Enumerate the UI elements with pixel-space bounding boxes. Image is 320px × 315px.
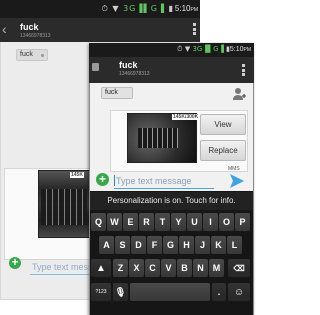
front-action-bar: fuck 13466978313 — [89, 57, 254, 83]
key-d[interactable]: D — [131, 236, 146, 254]
attachment-size: 145K/300K — [172, 114, 200, 120]
add-person-icon[interactable] — [232, 87, 246, 101]
send-icon[interactable] — [230, 174, 244, 188]
recipient-chip[interactable]: fuck — [101, 87, 133, 99]
status-time: 5:10PM — [229, 46, 251, 53]
key-p[interactable]: P — [235, 213, 250, 231]
key-u[interactable]: U — [187, 213, 202, 231]
mms-label: MMS — [228, 166, 240, 172]
key-f[interactable]: F — [147, 236, 162, 254]
back-status-bar: ⏱ ▼ 3G▐▌G▐ ▮ 5:10PM — [0, 0, 200, 18]
key-i[interactable]: I — [203, 213, 218, 231]
back-action-bar: ‹ fuck 13466978313 — [0, 18, 200, 42]
contact-name: fuck — [119, 60, 138, 70]
key-h[interactable]: H — [179, 236, 194, 254]
key-j[interactable]: J — [195, 236, 210, 254]
symbols-key[interactable]: ?123 — [91, 283, 111, 301]
key-q[interactable]: Q — [91, 213, 106, 231]
contact-name: fuck — [20, 22, 39, 32]
recipient-chip[interactable]: fuck — [16, 49, 48, 61]
key-x[interactable]: X — [129, 259, 144, 277]
key-t[interactable]: T — [155, 213, 170, 231]
key-v[interactable]: V — [161, 259, 176, 277]
key-w[interactable]: W — [107, 213, 122, 231]
add-attachment-icon[interactable]: + — [96, 173, 109, 186]
emoji-key[interactable]: ☺ — [228, 283, 250, 301]
key-m[interactable]: M — [209, 259, 224, 277]
add-attachment-icon[interactable]: + — [9, 256, 21, 269]
front-status-bar: ⏱ ▼ 3G▐▌G▐ ▮ 5:10PM — [89, 43, 254, 57]
replace-button[interactable]: Replace — [200, 140, 246, 161]
compose-placeholder[interactable]: Type text message — [116, 176, 192, 186]
text-cursor — [114, 175, 115, 186]
contact-number: 13466978313 — [119, 71, 150, 77]
key-a[interactable]: A — [99, 236, 114, 254]
space-key[interactable] — [130, 283, 210, 301]
key-r[interactable]: R — [139, 213, 154, 231]
key-s[interactable]: S — [115, 236, 130, 254]
attachment-thumbnail[interactable] — [127, 113, 197, 163]
status-icons: ⏱ ▼ 3G▐▌G▐ ▮ — [177, 45, 230, 53]
key-n[interactable]: N — [193, 259, 208, 277]
view-button[interactable]: View — [200, 114, 246, 135]
key-e[interactable]: E — [123, 213, 138, 231]
overflow-menu-icon[interactable] — [193, 23, 196, 37]
key-l[interactable]: L — [227, 236, 242, 254]
backspace-key[interactable]: ⌫ — [228, 259, 250, 277]
attachment-thumbnail[interactable] — [38, 170, 90, 238]
shift-key[interactable]: ▲ — [91, 259, 111, 277]
compose-underline — [114, 188, 214, 189]
status-icons: ⏱ ▼ 3G▐▌G▐ ▮ — [101, 4, 174, 13]
overflow-menu-icon[interactable] — [242, 64, 245, 78]
key-k[interactable]: K — [211, 236, 226, 254]
key-c[interactable]: C — [145, 259, 160, 277]
key-g[interactable]: G — [163, 236, 178, 254]
key-o[interactable]: O — [219, 213, 234, 231]
key-y[interactable]: Y — [171, 213, 186, 231]
key-b[interactable]: B — [177, 259, 192, 277]
personalization-banner[interactable]: Personalization is on. Touch for info. — [90, 192, 253, 210]
microphone-key[interactable]: 🎙 — [113, 283, 128, 301]
back-arrow-icon[interactable]: ‹ — [2, 22, 7, 36]
app-icon[interactable] — [92, 63, 99, 71]
attachment-size: 145K — [70, 172, 84, 178]
contact-number: 13466978313 — [20, 33, 51, 39]
status-time: 5:10PM — [174, 4, 198, 13]
key-z[interactable]: Z — [113, 259, 128, 277]
period-key[interactable]: . — [212, 283, 226, 301]
